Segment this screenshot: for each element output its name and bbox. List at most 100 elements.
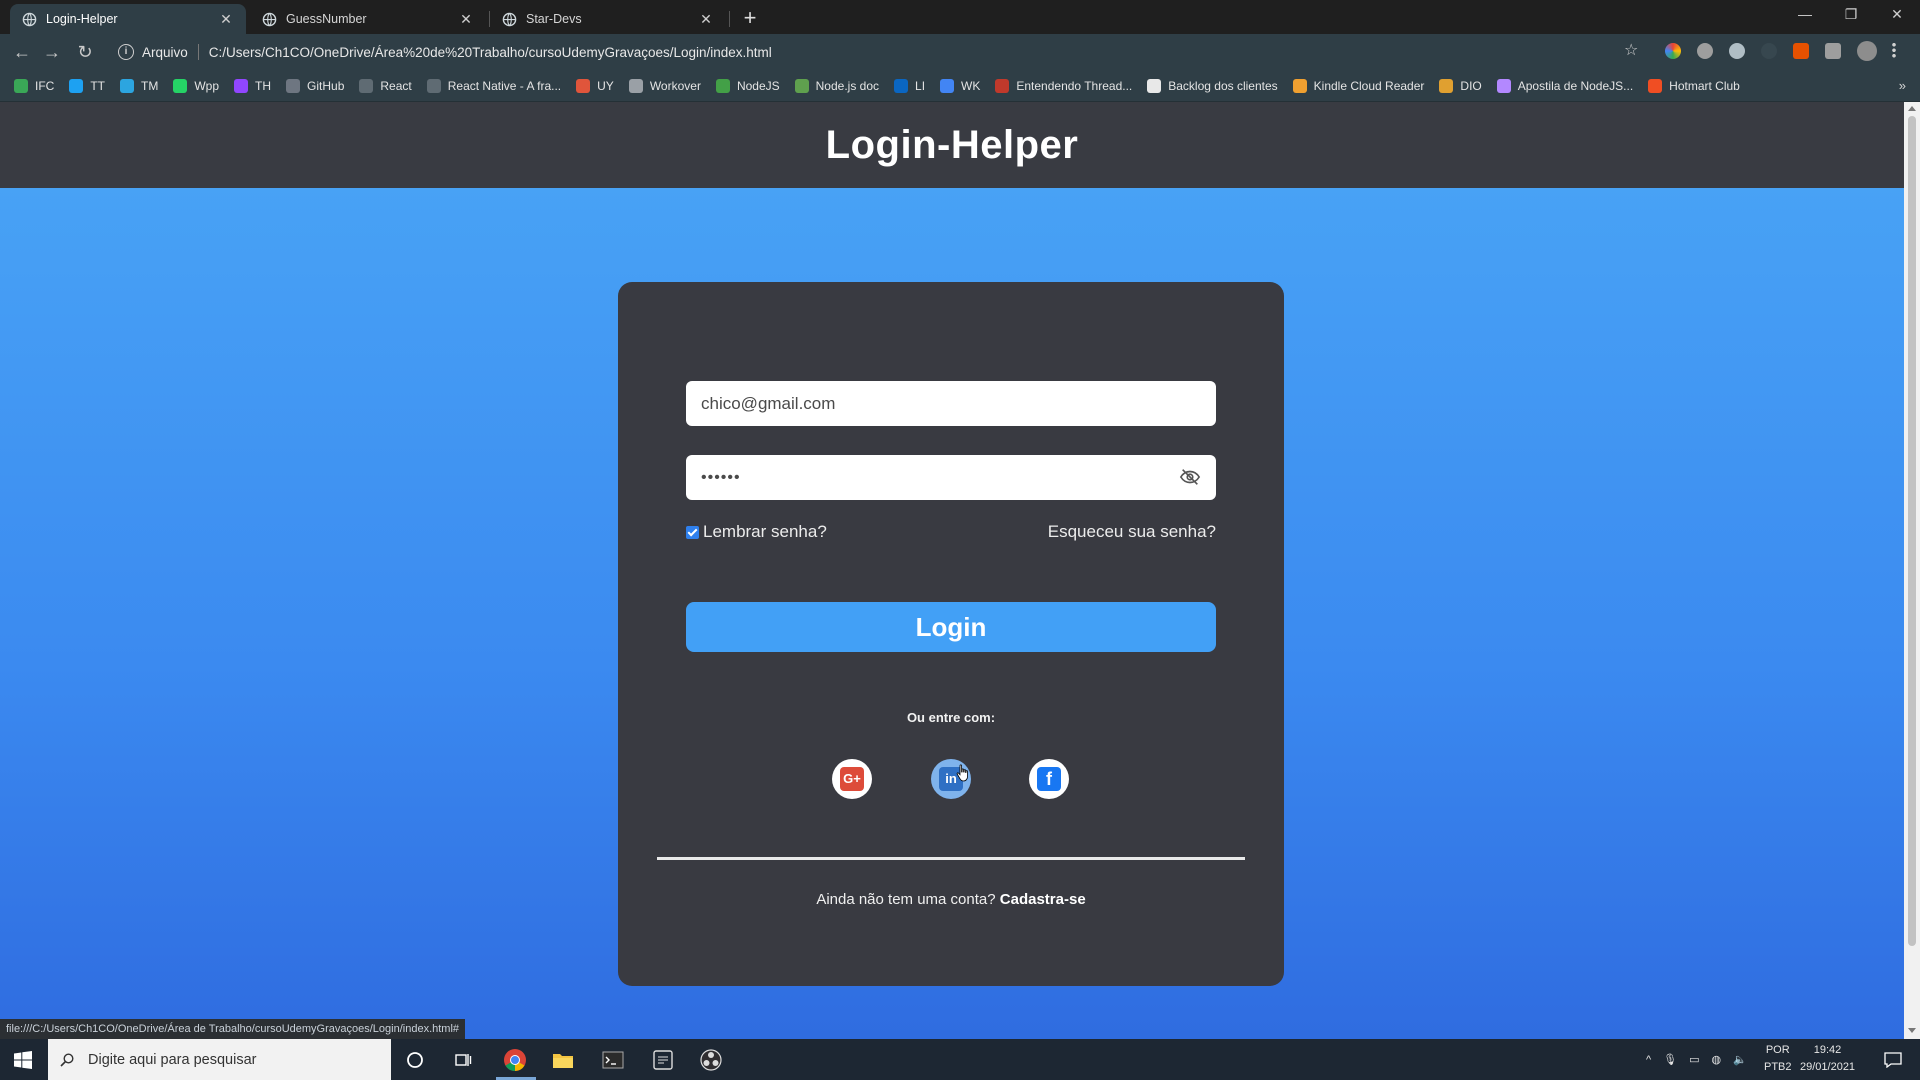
tab-label: Login-Helper bbox=[46, 12, 118, 26]
bookmark-item[interactable]: NodeJS bbox=[715, 78, 780, 93]
chevron-up-icon[interactable]: ^ bbox=[1646, 1054, 1651, 1066]
globe-icon bbox=[502, 12, 517, 26]
file-explorer-icon[interactable] bbox=[550, 1047, 576, 1073]
scrollbar-thumb[interactable] bbox=[1908, 116, 1916, 946]
scroll-up-icon[interactable] bbox=[1908, 106, 1916, 111]
bookmark-label: Node.js doc bbox=[815, 78, 880, 93]
bookmark-star-icon[interactable]: ☆ bbox=[1624, 40, 1638, 60]
bookmark-item[interactable]: React Native - A fra... bbox=[426, 78, 561, 93]
notifications-icon[interactable] bbox=[1880, 1047, 1906, 1073]
cortana-icon[interactable] bbox=[402, 1047, 428, 1073]
puzzle-icon[interactable] bbox=[1825, 43, 1841, 59]
bookmark-item[interactable]: Backlog dos clientes bbox=[1147, 78, 1278, 93]
bookmark-item[interactable]: Apostila de NodeJS... bbox=[1496, 78, 1633, 93]
forgot-password-link[interactable]: Esqueceu sua senha? bbox=[1048, 522, 1216, 542]
tab-guessnumber[interactable]: GuessNumber ✕ bbox=[250, 4, 486, 34]
windows-start-icon[interactable] bbox=[14, 1051, 32, 1069]
menu-icon[interactable] bbox=[1891, 42, 1897, 58]
task-view-icon[interactable] bbox=[450, 1047, 476, 1073]
taskbar-search[interactable]: Digite aqui para pesquisar bbox=[48, 1039, 391, 1080]
microphone-icon[interactable]: 🎙 bbox=[1663, 1053, 1677, 1066]
bookmark-item[interactable]: Hotmart Club bbox=[1648, 78, 1740, 93]
social-login-label: Ou entre com: bbox=[906, 710, 996, 725]
code-editor-icon[interactable] bbox=[650, 1047, 676, 1073]
bookmark-item[interactable]: React bbox=[359, 78, 412, 93]
bookmark-item[interactable]: WK bbox=[940, 78, 981, 93]
hand-cursor-icon bbox=[956, 764, 968, 782]
status-bar-url: file:///C:/Users/Ch1CO/OneDrive/Área de … bbox=[0, 1019, 466, 1039]
remember-checkbox[interactable] bbox=[686, 525, 699, 539]
app-header: Login-Helper bbox=[0, 102, 1904, 188]
search-placeholder: Digite aqui para pesquisar bbox=[88, 1051, 257, 1068]
bookmark-label: WK bbox=[961, 78, 981, 93]
bookmark-item[interactable]: Wpp bbox=[173, 78, 219, 93]
close-icon[interactable]: ✕ bbox=[218, 11, 234, 28]
tab-separator bbox=[729, 11, 730, 27]
minimize-button[interactable]: — bbox=[1782, 0, 1828, 30]
forward-icon[interactable]: → bbox=[40, 40, 64, 64]
extension-icon[interactable] bbox=[1793, 43, 1809, 59]
tab-label: Star-Devs bbox=[526, 12, 582, 26]
bookmark-item[interactable]: TM bbox=[120, 78, 158, 93]
bookmark-item[interactable]: GitHub bbox=[286, 78, 344, 93]
chrome-icon[interactable] bbox=[502, 1047, 528, 1073]
terminal-icon[interactable] bbox=[600, 1047, 626, 1073]
bookmark-item[interactable]: TH bbox=[234, 78, 272, 93]
extension-icon[interactable] bbox=[1665, 43, 1681, 59]
close-icon[interactable]: ✕ bbox=[458, 11, 474, 28]
bookmark-item[interactable]: TT bbox=[69, 78, 105, 93]
email-value: chico@gmail.com bbox=[701, 393, 836, 413]
scroll-down-icon[interactable] bbox=[1908, 1028, 1916, 1033]
bookmarks-overflow-button[interactable]: » bbox=[1899, 78, 1906, 93]
bookmark-label: React bbox=[380, 78, 412, 93]
address-bar[interactable]: i Arquivo C:/Users/Ch1CO/OneDrive/Área%2… bbox=[112, 38, 1652, 66]
new-tab-button[interactable]: + bbox=[737, 6, 763, 32]
email-field[interactable]: chico@gmail.com bbox=[686, 381, 1216, 426]
google-login-button[interactable]: G+ bbox=[832, 759, 872, 799]
eye-slash-icon[interactable] bbox=[1179, 467, 1201, 487]
volume-icon[interactable]: 🔈 bbox=[1733, 1053, 1747, 1066]
signup-link[interactable]: Cadastra-se bbox=[1000, 891, 1086, 908]
bookmark-label: NodeJS bbox=[736, 78, 780, 93]
bookmark-label: TH bbox=[255, 78, 272, 93]
bookmark-favicon-icon bbox=[173, 78, 188, 93]
obs-icon[interactable] bbox=[698, 1047, 724, 1073]
back-icon[interactable]: ← bbox=[10, 40, 34, 64]
restore-button[interactable]: ❐ bbox=[1828, 0, 1874, 30]
tab-strip: Login-Helper ✕ GuessNumber ✕ Star-Devs ✕… bbox=[0, 0, 1920, 34]
bookmark-item[interactable]: LI bbox=[894, 78, 925, 93]
avatar[interactable] bbox=[1857, 41, 1877, 61]
bookmark-favicon-icon bbox=[426, 78, 441, 93]
bookmark-item[interactable]: Entendendo Thread... bbox=[995, 78, 1133, 93]
tab-login-helper[interactable]: Login-Helper ✕ bbox=[10, 4, 246, 34]
bookmark-item[interactable]: Node.js doc bbox=[794, 78, 880, 93]
bookmark-item[interactable]: Kindle Cloud Reader bbox=[1292, 78, 1424, 93]
reload-icon[interactable]: ↻ bbox=[73, 40, 97, 64]
close-icon[interactable]: ✕ bbox=[698, 11, 714, 28]
bookmark-label: Entendendo Thread... bbox=[1016, 78, 1133, 93]
extension-icon[interactable] bbox=[1697, 43, 1713, 59]
bookmark-favicon-icon bbox=[995, 78, 1010, 93]
bookmark-item[interactable]: IFC bbox=[14, 78, 54, 93]
login-button[interactable]: Login bbox=[686, 602, 1216, 652]
address-url[interactable]: C:/Users/Ch1CO/OneDrive/Área%20de%20Trab… bbox=[209, 45, 772, 60]
language-indicator[interactable]: POR PTB2 bbox=[1764, 1042, 1792, 1076]
bookmark-item[interactable]: DIO bbox=[1439, 78, 1482, 93]
bookmark-item[interactable]: Workover bbox=[628, 78, 701, 93]
password-field[interactable]: •••••• bbox=[686, 455, 1216, 500]
info-icon[interactable]: i bbox=[118, 44, 134, 60]
password-value: •••••• bbox=[701, 468, 741, 486]
window-close-button[interactable]: ✕ bbox=[1874, 0, 1920, 30]
vertical-scrollbar[interactable] bbox=[1904, 102, 1920, 1039]
bookmark-favicon-icon bbox=[120, 78, 135, 93]
bookmark-item[interactable]: UY bbox=[576, 78, 614, 93]
facebook-login-button[interactable]: f bbox=[1029, 759, 1069, 799]
extension-icon[interactable] bbox=[1729, 43, 1745, 59]
extension-icon[interactable] bbox=[1761, 43, 1777, 59]
tab-star-devs[interactable]: Star-Devs ✕ bbox=[490, 4, 726, 34]
clock[interactable]: 19:42 29/01/2021 bbox=[1800, 1042, 1855, 1076]
bookmark-label: Workover bbox=[649, 78, 701, 93]
remember-password[interactable]: Lembrar senha? bbox=[686, 522, 827, 542]
app-tray-icon[interactable]: ◍ bbox=[1712, 1053, 1722, 1066]
network-icon[interactable]: ▭ bbox=[1689, 1053, 1699, 1066]
